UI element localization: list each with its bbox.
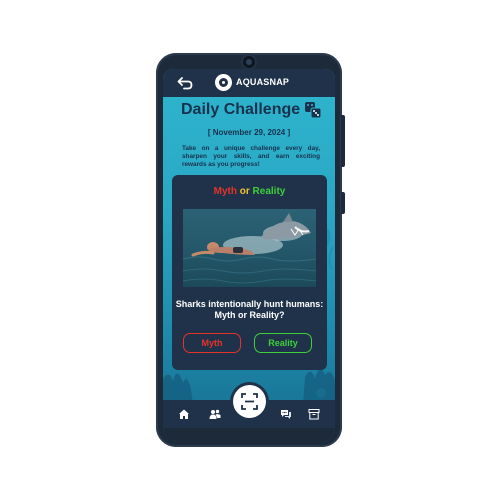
- title-or-word: or: [236, 186, 253, 197]
- title-reality-word: Reality: [252, 186, 286, 197]
- dice-icon: [305, 102, 322, 119]
- app-screen: AQUASNAP Daily Challenge [ November 29, …: [163, 69, 335, 442]
- challenge-date: [ November 29, 2024 ]: [207, 128, 291, 137]
- community-icon[interactable]: [209, 408, 221, 420]
- scan-button[interactable]: [233, 385, 266, 418]
- volume-button: [341, 115, 345, 167]
- top-bar: AQUASNAP: [163, 69, 335, 97]
- challenge-description: Take on a unique challenge every day, sh…: [182, 145, 320, 168]
- challenge-card: Myth or Reality Sharks intentionally hun…: [172, 175, 327, 370]
- aquasnap-logo-icon: [215, 74, 232, 91]
- myth-button[interactable]: Myth: [183, 333, 241, 353]
- scan-icon: [241, 393, 258, 410]
- brand-name: AQUASNAP: [236, 77, 290, 87]
- challenge-question: Sharks intentionally hunt humans: Myth o…: [175, 299, 324, 320]
- home-icon[interactable]: [178, 408, 190, 420]
- shark-photo: [183, 209, 316, 287]
- archive-icon[interactable]: [308, 408, 320, 420]
- chat-icon[interactable]: [280, 408, 292, 420]
- card-title: Myth or Reality: [172, 186, 327, 197]
- reality-button[interactable]: Reality: [254, 333, 312, 353]
- title-myth-word: Myth: [213, 186, 237, 197]
- front-camera: [243, 56, 255, 68]
- power-button: [341, 192, 345, 214]
- page-title: Daily Challenge: [181, 101, 301, 118]
- home-indicator-area: [163, 428, 335, 442]
- back-arrow-icon[interactable]: [177, 76, 193, 90]
